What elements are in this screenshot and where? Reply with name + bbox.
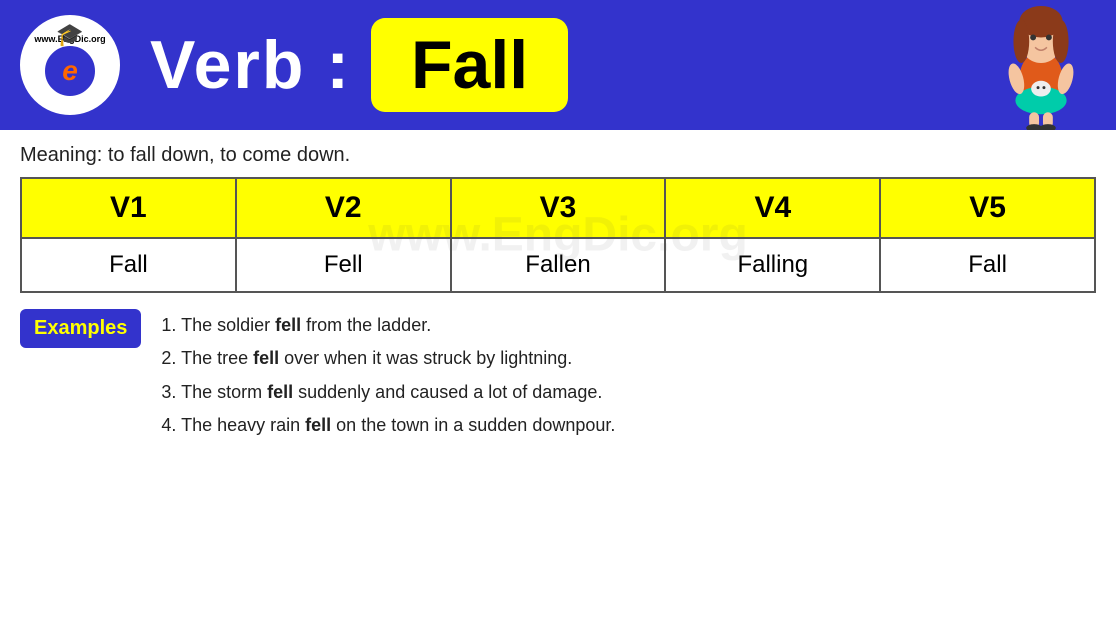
header: www.EngDic.org e 🎓 Verb : Fall	[0, 0, 1116, 130]
col-header-v3: V3	[451, 178, 666, 238]
character-illustration	[976, 0, 1106, 130]
example-1-prefix: 1. The soldier	[161, 315, 275, 335]
logo-e-letter: e	[62, 55, 78, 87]
logo-e-circle: e	[45, 46, 95, 96]
verb-fall-text: Fall	[411, 27, 528, 103]
col-header-v5: V5	[880, 178, 1095, 238]
character-svg	[981, 2, 1101, 130]
col-header-v4: V4	[665, 178, 880, 238]
verb-fall-box: Fall	[371, 18, 568, 112]
list-item: 4. The heavy rain fell on the town in a …	[161, 409, 615, 442]
list-item: 1. The soldier fell from the ladder.	[161, 309, 615, 342]
table-header-row: V1 V2 V3 V4 V5	[21, 178, 1095, 238]
example-2-bold: fell	[253, 348, 279, 368]
example-1-suffix: from the ladder.	[301, 315, 431, 335]
verb-label: Verb :	[150, 26, 351, 104]
logo: www.EngDic.org e 🎓	[20, 15, 120, 115]
verb-forms-table: V1 V2 V3 V4 V5 Fall Fell Fallen Falling …	[20, 177, 1096, 293]
examples-badge: Examples	[20, 309, 141, 348]
col-header-v1: V1	[21, 178, 236, 238]
example-4-suffix: on the town in a sudden downpour.	[331, 415, 615, 435]
example-3-prefix: 3. The storm	[161, 382, 267, 402]
meaning-section: Meaning: to fall down, to come down.	[0, 130, 1116, 177]
cell-v1: Fall	[21, 238, 236, 292]
graduation-cap-icon: 🎓	[56, 22, 83, 48]
example-2-prefix: 2. The tree	[161, 348, 253, 368]
examples-list: 1. The soldier fell from the ladder. 2. …	[161, 309, 615, 442]
list-item: 2. The tree fell over when it was struck…	[161, 342, 615, 375]
verb-table-container: www.EngDic.org V1 V2 V3 V4 V5 Fall Fell …	[0, 177, 1116, 293]
list-item: 3. The storm fell suddenly and caused a …	[161, 376, 615, 409]
meaning-text: Meaning: to fall down, to come down.	[20, 144, 350, 166]
cell-v5: Fall	[880, 238, 1095, 292]
cell-v2: Fell	[236, 238, 451, 292]
example-1-bold: fell	[275, 315, 301, 335]
col-header-v2: V2	[236, 178, 451, 238]
examples-section: Examples 1. The soldier fell from the la…	[0, 293, 1116, 458]
example-3-suffix: suddenly and caused a lot of damage.	[293, 382, 602, 402]
example-3-bold: fell	[267, 382, 293, 402]
cell-v3: Fallen	[451, 238, 666, 292]
table-values-row: Fall Fell Fallen Falling Fall	[21, 238, 1095, 292]
logo-inner: www.EngDic.org e 🎓	[25, 20, 115, 110]
example-4-bold: fell	[305, 415, 331, 435]
example-4-prefix: 4. The heavy rain	[161, 415, 305, 435]
example-2-suffix: over when it was struck by lightning.	[279, 348, 572, 368]
cell-v4: Falling	[665, 238, 880, 292]
